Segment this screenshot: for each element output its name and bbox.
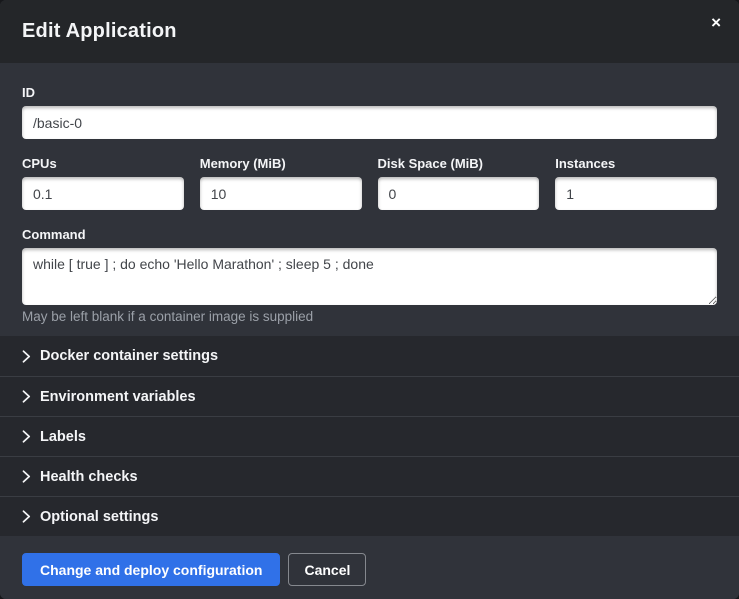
- cpus-label: CPUs: [22, 156, 184, 171]
- disk-label: Disk Space (MiB): [378, 156, 540, 171]
- cpus-input[interactable]: [22, 177, 184, 210]
- instances-input[interactable]: [555, 177, 717, 210]
- memory-label: Memory (MiB): [200, 156, 362, 171]
- command-help-text: May be left blank if a container image i…: [22, 309, 717, 324]
- id-label: ID: [22, 85, 717, 100]
- id-field-group: ID: [22, 85, 717, 139]
- section-label: Health checks: [40, 469, 138, 485]
- edit-application-dialog: Edit Application × ID CPUs Memory (MiB) …: [0, 0, 739, 599]
- memory-field-group: Memory (MiB): [200, 156, 362, 210]
- section-label: Optional settings: [40, 509, 158, 525]
- id-input[interactable]: [22, 106, 717, 139]
- section-health-checks[interactable]: Health checks: [0, 456, 739, 496]
- dialog-title: Edit Application: [22, 20, 177, 43]
- cancel-button[interactable]: Cancel: [288, 553, 366, 586]
- dialog-footer: Change and deploy configuration Cancel: [0, 536, 739, 599]
- section-labels[interactable]: Labels: [0, 416, 739, 456]
- command-textarea[interactable]: while [ true ] ; do echo 'Hello Marathon…: [22, 248, 717, 305]
- change-and-deploy-button[interactable]: Change and deploy configuration: [22, 553, 280, 586]
- section-label: Docker container settings: [40, 348, 218, 364]
- dialog-header: Edit Application ×: [0, 0, 739, 63]
- section-optional-settings[interactable]: Optional settings: [0, 496, 739, 536]
- section-label: Labels: [40, 429, 86, 445]
- instances-label: Instances: [555, 156, 717, 171]
- chevron-right-icon: [22, 470, 31, 483]
- close-icon: ×: [711, 13, 721, 32]
- collapsible-sections: Docker container settings Environment va…: [0, 336, 739, 536]
- chevron-right-icon: [22, 350, 31, 363]
- close-button[interactable]: ×: [705, 10, 727, 35]
- cpus-field-group: CPUs: [22, 156, 184, 210]
- section-docker-container-settings[interactable]: Docker container settings: [0, 336, 739, 376]
- chevron-right-icon: [22, 510, 31, 523]
- chevron-right-icon: [22, 390, 31, 403]
- resources-row: CPUs Memory (MiB) Disk Space (MiB) Insta…: [22, 156, 717, 210]
- disk-field-group: Disk Space (MiB): [378, 156, 540, 210]
- dialog-body: ID CPUs Memory (MiB) Disk Space (MiB) In…: [0, 63, 739, 336]
- instances-field-group: Instances: [555, 156, 717, 210]
- command-label: Command: [22, 227, 717, 242]
- chevron-right-icon: [22, 430, 31, 443]
- section-label: Environment variables: [40, 389, 196, 405]
- disk-input[interactable]: [378, 177, 540, 210]
- section-environment-variables[interactable]: Environment variables: [0, 376, 739, 416]
- memory-input[interactable]: [200, 177, 362, 210]
- command-field-group: Command while [ true ] ; do echo 'Hello …: [22, 227, 717, 324]
